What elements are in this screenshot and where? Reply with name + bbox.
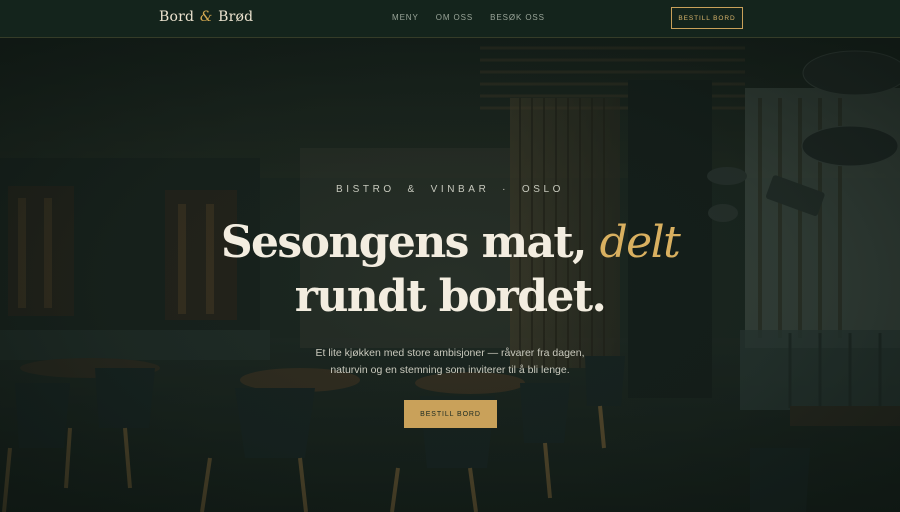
hero-headline: Sesongens mat, delt rundt bordet. [0,216,900,324]
top-navigation: Bord & Brød MENY OM OSS BESØK OSS BESTIL… [0,0,900,38]
headline-accent: delt [599,217,681,268]
headline-line-2: rundt bordet. [294,271,607,322]
subtitle-line-1: Et lite kjøkken med store ambisjoner — r… [315,347,585,359]
logo-word-left: Bord [159,9,195,25]
hero-section: BISTRO & VINBAR · OSLO Sesongens mat, de… [0,38,900,512]
headline-line-1: Sesongens mat, [220,217,588,268]
subtitle-line-2: naturvin og en stemning som inviterer ti… [330,364,570,376]
logo-ampersand: & [199,9,213,25]
nav-links: MENY OM OSS BESØK OSS [392,13,545,22]
nav-link-besok-oss[interactable]: BESØK OSS [490,13,545,22]
nav-link-om-oss[interactable]: OM OSS [436,13,473,22]
nav-book-table-button[interactable]: BESTILL BORD [671,7,743,29]
hero-subtitle: Et lite kjøkken med store ambisjoner — r… [0,345,900,379]
nav-link-meny[interactable]: MENY [392,13,419,22]
hero-book-table-button[interactable]: BESTILL BORD [404,400,497,428]
logo-word-right: Brød [218,9,254,25]
brand-logo[interactable]: Bord & Brød [159,9,253,25]
hero-eyebrow: BISTRO & VINBAR · OSLO [335,184,565,195]
